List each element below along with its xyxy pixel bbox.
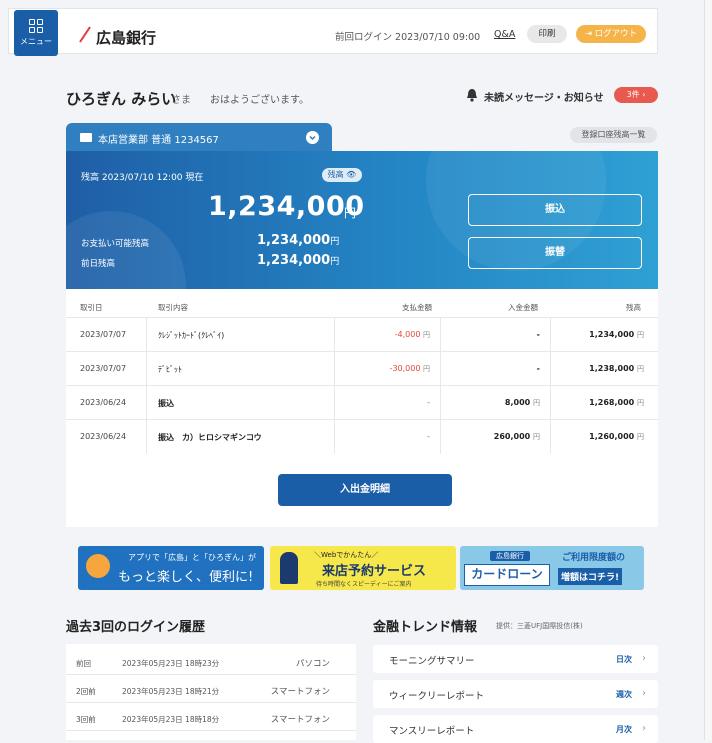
col-header-date: 取引日 — [80, 303, 103, 312]
user-name: ひろぎん みらい — [66, 90, 177, 108]
cell-desc: 振込 カ）ヒロシマギンコウ — [158, 433, 262, 442]
unread-count-badge[interactable]: 3件 › — [614, 87, 658, 103]
chevron-right-icon: › — [642, 688, 646, 699]
unread-messages-label[interactable]: 未読メッセージ・お知らせ — [484, 89, 604, 104]
bank-logo-icon — [79, 26, 91, 43]
bell-icon — [467, 89, 477, 102]
balance-visibility-toggle[interactable]: 残高 👁 — [322, 168, 362, 182]
cell-date: 2023/07/07 — [80, 364, 127, 373]
login-history-row: 前回 2023年05月23日 18時23分 パソコン — [66, 648, 356, 675]
cell-balance: 1,238,000 円 — [589, 364, 644, 373]
prev-balance: 1,234,000円 — [257, 253, 340, 268]
card-icon — [80, 133, 92, 142]
balance-card: 残高 2023/07/10 12:00 現在 残高 👁 1,234,000 円 … — [66, 151, 658, 289]
reservation-banner[interactable]: ＼Webでかんたん／ 来店予約サービス 待ち時間なくスピーディーにご案内 — [270, 546, 456, 590]
registered-accounts-button[interactable]: 登録口座残高一覧 — [570, 127, 657, 143]
logout-button[interactable]: ⇥ ログアウト — [576, 25, 646, 43]
table-row: 2023/07/07 ﾃﾞﾋﾞｯﾄ -30,000 円 - 1,238,000 円 — [66, 351, 658, 386]
trend-source: 提供：三菱UFJ国際投信(株) — [496, 622, 583, 630]
col-header-pay: 支払金額 — [402, 303, 432, 312]
cell-pay: -4,000 円 — [394, 330, 430, 339]
transaction-history-button[interactable]: 入出金明細 — [278, 474, 452, 506]
cell-deposit: 260,000 円 — [493, 432, 540, 441]
col-header-desc: 取引内容 — [158, 303, 188, 312]
login-history-row: 2回前 2023年05月23日 18時21分 スマートフォン — [66, 676, 356, 703]
staff-illustration-icon — [280, 552, 298, 584]
cell-deposit: 8,000 円 — [504, 398, 540, 407]
scrollbar[interactable] — [704, 0, 712, 740]
card-loan-banner[interactable]: 広島銀行 カードローン ご利用限度額の 増額はコチラ! — [460, 546, 644, 590]
cell-balance: 1,268,000 円 — [589, 398, 644, 407]
account-label: 本店営業部 普通 1234567 — [98, 135, 219, 146]
chevron-right-icon: › — [642, 653, 646, 664]
login-history-list: 前回 2023年05月23日 18時23分 パソコン 2回前 2023年05月23日 … — [66, 644, 356, 740]
available-balance: 1,234,000円 — [257, 233, 340, 248]
login-history-row: 3回前 2023年05月23日 18時18分 スマートフォン — [66, 704, 356, 731]
cell-date: 2023/07/07 — [80, 330, 127, 339]
last-login-info: 前回ログイン 2023/07/10 09:00 — [335, 32, 481, 43]
cell-balance: 1,260,000 円 — [589, 432, 644, 441]
cell-deposit: - — [536, 364, 540, 373]
logout-label: ログアウト — [594, 29, 638, 39]
bank-logo-text[interactable]: 広島銀行 — [96, 27, 156, 48]
logout-icon: ⇥ — [584, 29, 595, 39]
app-banner[interactable]: アプリで「広島」と「ひろぎん」が もっと楽しく、便利に! — [78, 546, 264, 590]
cell-pay: -30,000 円 — [389, 364, 430, 373]
trend-item-weekly[interactable]: ウィークリーレポート 週次 › — [373, 680, 658, 708]
chevron-down-icon — [306, 131, 319, 144]
greeting-message: おはようございます。 — [210, 95, 309, 106]
account-transfer-button[interactable]: 振替 — [468, 237, 642, 269]
balance-unit: 円 — [344, 206, 357, 220]
cell-date: 2023/06/24 — [80, 398, 127, 407]
trend-item-monthly[interactable]: マンスリーレポート 月次 › — [373, 715, 658, 743]
cell-balance: 1,234,000 円 — [589, 330, 644, 339]
balance-amount: 1,234,000 — [208, 191, 365, 222]
available-balance-label: お支払い可能残高 — [81, 239, 150, 249]
grid-menu-icon — [14, 19, 58, 33]
table-row: 2023/07/07 ｸﾚｼﾞｯﾄｶｰﾄﾞ(ｸﾚﾍﾞｲ) -4,000 円 - 1,2… — [66, 317, 658, 352]
cell-pay: - — [427, 432, 430, 441]
honorific: さま — [171, 95, 191, 106]
cell-desc: ﾃﾞﾋﾞｯﾄ — [158, 365, 182, 374]
trend-title: 金融トレンド情報 — [373, 620, 478, 635]
login-history-title: 過去3回のログイン履歴 — [66, 620, 206, 635]
chevron-right-icon: › — [642, 723, 646, 734]
print-button[interactable]: 印刷 — [527, 25, 567, 43]
menu-button[interactable]: メニュー — [14, 10, 58, 56]
cell-pay: - — [427, 398, 430, 407]
mascot-icon — [86, 554, 110, 578]
table-row: 2023/06/24 振込 - 8,000 円 1,268,000 円 — [66, 385, 658, 420]
cell-deposit: - — [536, 330, 540, 339]
account-selector[interactable]: 本店営業部 普通 1234567 — [66, 123, 332, 153]
cell-date: 2023/06/24 — [80, 432, 127, 441]
col-header-balance: 残高 — [626, 303, 641, 312]
balance-date: 残高 2023/07/10 12:00 現在 — [81, 173, 204, 183]
prev-balance-label: 前日残高 — [81, 259, 116, 269]
transfer-button[interactable]: 振込 — [468, 194, 642, 226]
menu-label: メニュー — [20, 37, 52, 46]
qa-link[interactable]: Q&A — [494, 29, 515, 40]
cell-desc: ｸﾚｼﾞｯﾄｶｰﾄﾞ(ｸﾚﾍﾞｲ) — [158, 331, 225, 340]
col-header-deposit: 入金金額 — [508, 303, 538, 312]
trend-item-morning[interactable]: モーニングサマリー 日次 › — [373, 645, 658, 673]
cell-desc: 振込 — [158, 399, 174, 408]
table-row: 2023/06/24 振込 カ）ヒロシマギンコウ - 260,000 円 1,260,… — [66, 419, 658, 454]
